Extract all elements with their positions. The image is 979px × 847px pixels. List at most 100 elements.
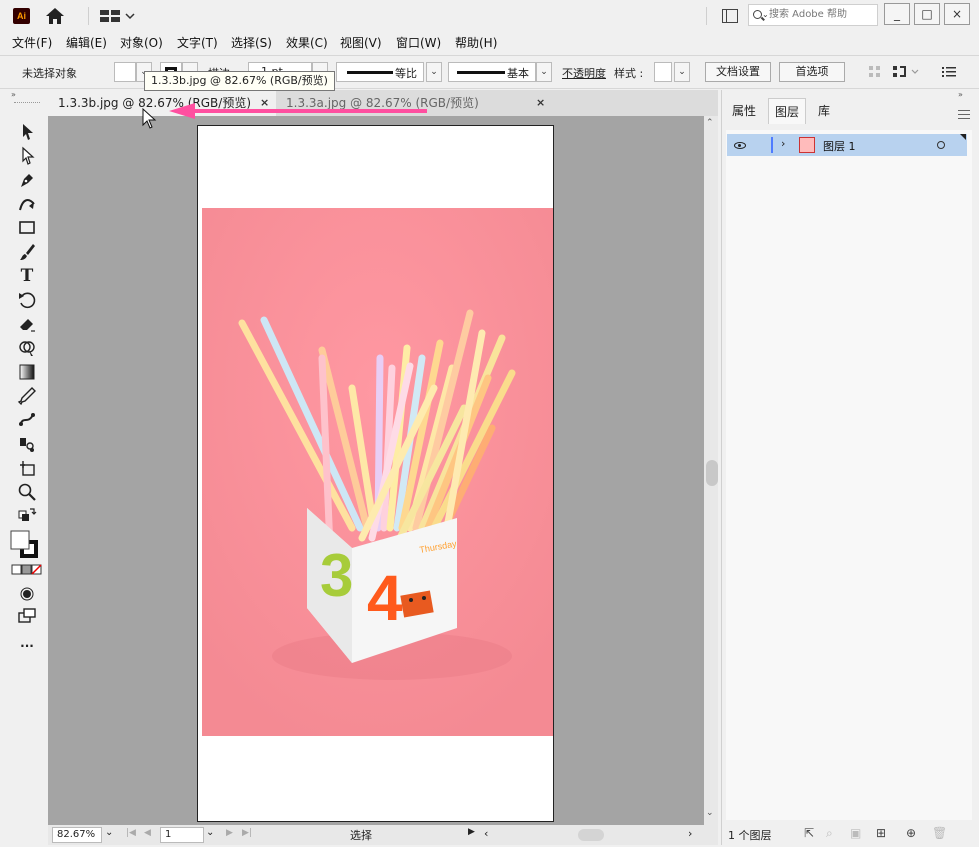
scrollbar-thumb[interactable] xyxy=(706,460,718,486)
curvature-tool-icon[interactable] xyxy=(17,194,37,214)
tab-tooltip: 1.3.3b.jpg @ 82.67% (RGB/预览) xyxy=(144,71,335,91)
brush-dropdown[interactable]: ⌄ xyxy=(536,62,552,82)
menu-effect[interactable]: 效果(C) xyxy=(286,34,328,51)
variable-width-profile[interactable]: 等比 xyxy=(336,62,424,82)
box-numeral-3: 3 xyxy=(320,542,353,609)
artboard-number: 1 xyxy=(165,829,172,840)
zoom-dropdown-icon[interactable]: ⌄ xyxy=(105,827,113,838)
profile-dropdown[interactable]: ⌄ xyxy=(426,62,442,82)
default-fill-stroke-icon[interactable] xyxy=(17,506,37,526)
close-tab-icon[interactable]: × xyxy=(536,90,545,116)
scroll-up-icon[interactable]: ⌃ xyxy=(706,118,714,128)
scroll-right-icon[interactable]: › xyxy=(688,827,692,840)
workspace-switcher-icon[interactable] xyxy=(100,8,136,24)
new-layer-icon[interactable]: ⊕ xyxy=(906,826,916,840)
canvas-vertical-scrollbar[interactable]: ⌃ ⌄ xyxy=(704,116,718,825)
menu-object[interactable]: 对象(O) xyxy=(120,34,163,51)
menu-select[interactable]: 选择(S) xyxy=(231,34,272,51)
export-assets-icon[interactable]: ⇱ xyxy=(804,826,814,840)
menu-edit[interactable]: 编辑(E) xyxy=(66,34,107,51)
collapse-panel-icon[interactable]: » xyxy=(11,90,16,99)
artboard-number-field[interactable]: 1 xyxy=(160,827,204,843)
zoom-field[interactable]: 82.67% xyxy=(52,827,102,843)
control-menu-icon[interactable] xyxy=(942,66,956,78)
eyedropper-tool-icon[interactable] xyxy=(17,386,37,406)
type-tool-icon[interactable]: T xyxy=(17,266,37,286)
tab-properties[interactable]: 属性 xyxy=(732,102,756,119)
symbol-sprayer-tool-icon[interactable] xyxy=(17,434,37,454)
more-tools-icon[interactable]: ··· xyxy=(17,636,37,656)
tab-layers[interactable]: 图层 xyxy=(768,98,807,124)
search-placeholder: 搜索 Adobe 帮助 xyxy=(769,9,847,20)
rectangle-tool-icon[interactable] xyxy=(17,218,37,238)
scroll-left-icon[interactable]: ‹ xyxy=(484,827,488,840)
maximize-button[interactable]: □ xyxy=(914,3,940,25)
shape-builder-tool-icon[interactable] xyxy=(17,338,37,358)
clipping-mask-icon[interactable]: ▣ xyxy=(850,826,861,840)
fill-stroke-swatch-icon[interactable] xyxy=(10,530,40,560)
close-window-button[interactable]: × xyxy=(944,3,970,25)
scroll-down-icon[interactable]: ⌄ xyxy=(706,808,714,818)
visibility-eye-icon[interactable] xyxy=(734,142,746,149)
panel-grip[interactable] xyxy=(14,102,40,104)
search-help-field[interactable]: ⌄ 搜索 Adobe 帮助 xyxy=(748,4,878,26)
fill-swatch[interactable] xyxy=(114,62,136,82)
selection-tool-icon[interactable] xyxy=(17,122,37,142)
rotate-tool-icon[interactable] xyxy=(17,290,37,310)
menu-type[interactable]: 文字(T) xyxy=(177,34,218,51)
menu-window[interactable]: 窗口(W) xyxy=(396,34,441,51)
new-sublayer-icon[interactable]: ⊞ xyxy=(876,826,886,840)
menu-help[interactable]: 帮助(H) xyxy=(455,34,497,51)
brush-preview xyxy=(457,71,505,74)
paintbrush-tool-icon[interactable] xyxy=(17,242,37,262)
home-icon[interactable] xyxy=(44,6,66,26)
tab-libraries[interactable]: 库 xyxy=(818,102,830,119)
placed-image-straws[interactable]: 3 4 Thursday xyxy=(202,208,553,736)
panel-menu-icon[interactable] xyxy=(958,110,970,119)
layers-panel: » 属性 图层 库 › 图层 1 1 个图层 ⇱ ⌕ ▣ ⊞ ⊕ 🗑 xyxy=(721,90,975,845)
next-artboard-icon[interactable]: ▶ xyxy=(226,828,233,838)
blend-tool-icon[interactable] xyxy=(17,410,37,430)
layer-row[interactable]: › 图层 1 xyxy=(727,134,967,156)
graphic-style-dropdown[interactable]: ⌄ xyxy=(674,62,690,82)
ratio-label: 等比 xyxy=(395,67,417,80)
menu-file[interactable]: 文件(F) xyxy=(12,34,52,51)
minimize-button[interactable]: _ xyxy=(884,3,910,25)
align-grid-icon[interactable] xyxy=(868,65,882,79)
screen-mode-icon[interactable] xyxy=(17,606,37,626)
expand-layer-icon[interactable]: › xyxy=(781,137,785,150)
collapse-dock-icon[interactable]: » xyxy=(958,90,963,99)
direct-selection-tool-icon[interactable] xyxy=(17,146,37,166)
opacity-link[interactable]: 不透明度 xyxy=(562,65,606,81)
artboard[interactable]: 3 4 Thursday xyxy=(197,125,554,822)
locate-object-icon[interactable]: ⌕ xyxy=(826,826,833,841)
pen-tool-icon[interactable] xyxy=(17,170,37,190)
status-menu-icon[interactable]: ▶ xyxy=(468,827,475,837)
titlebar-divider xyxy=(706,7,707,25)
mouse-cursor-icon xyxy=(142,108,157,129)
first-artboard-icon[interactable]: |◀ xyxy=(126,828,136,838)
delete-layer-icon[interactable]: 🗑 xyxy=(932,826,947,840)
draw-mode-icon[interactable] xyxy=(17,584,37,604)
artboard-tool-icon[interactable] xyxy=(17,458,37,478)
zoom-tool-icon[interactable] xyxy=(17,482,37,502)
canvas-area[interactable]: 3 4 Thursday xyxy=(48,116,704,825)
horizontal-scrollbar-thumb[interactable] xyxy=(578,829,604,841)
eraser-tool-icon[interactable] xyxy=(17,314,37,334)
selection-status: 未选择对象 xyxy=(22,67,77,80)
transform-icon[interactable] xyxy=(892,64,922,80)
color-mode-icon[interactable] xyxy=(11,564,43,576)
layer-name[interactable]: 图层 1 xyxy=(823,138,856,154)
artboard-dropdown-icon[interactable]: ⌄ xyxy=(206,827,214,838)
document-setup-button[interactable]: 文档设置 xyxy=(705,62,771,82)
brush-definition[interactable]: 基本 xyxy=(448,62,536,82)
gradient-tool-icon[interactable] xyxy=(17,362,37,382)
prev-artboard-icon[interactable]: ◀ xyxy=(144,828,151,838)
preferences-button[interactable]: 首选项 xyxy=(779,62,845,82)
graphic-style-swatch[interactable] xyxy=(654,62,672,82)
menu-view[interactable]: 视图(V) xyxy=(340,34,382,51)
arrange-documents-icon[interactable] xyxy=(722,9,738,23)
last-artboard-icon[interactable]: ▶| xyxy=(242,828,252,838)
layer-target-icon[interactable] xyxy=(937,141,945,149)
brush-label: 基本 xyxy=(507,67,529,80)
